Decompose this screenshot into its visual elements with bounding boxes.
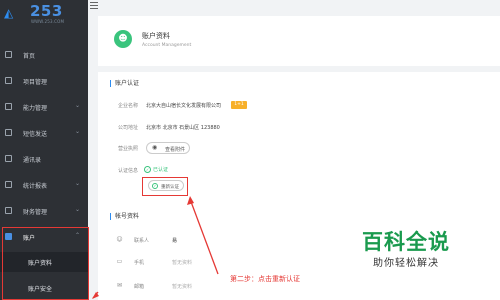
chevron-down-icon: ⌄ [74,180,80,187]
home-icon [5,51,12,58]
sms-icon [5,129,12,136]
verified-status: ✓ 已认证 [144,166,169,173]
check-circle-icon: ✓ [152,183,158,189]
company-value: 北京大自山宿长文化发展有限公司 [146,103,222,109]
check-circle-icon: ✓ [144,166,151,173]
vip-badge: 1+1 [231,101,247,109]
divider [98,66,500,72]
page-subtitle: Account Management [142,43,192,48]
sidebar-item-label: 能力管理 [23,105,48,112]
sidebar-item-label: 项目管理 [23,79,48,86]
user-icon: ☺ [116,236,123,243]
sidebar-item-capabilities[interactable]: 能力管理 ⌄ [0,98,88,118]
contact-label: 联系人 [134,238,150,244]
chevron-down-icon: ⌄ [74,206,80,213]
brand-logo[interactable]: ◭ 253 WWW.253.COM [4,2,80,28]
chevron-down-icon: ⌄ [74,128,80,135]
reauthenticate-button[interactable]: ✓ 重新认证 [148,180,184,191]
capability-icon [5,103,12,110]
page-title: 账户资料 [142,32,170,40]
sidebar-item-label: 首页 [23,53,36,60]
sidebar-item-projects[interactable]: 项目管理 [0,72,88,92]
finance-icon [5,207,12,214]
sidebar: ◭ 253 WWW.253.COM 首页 项目管理 能力管理 ⌄ 短信发送 ⌄ … [0,0,89,300]
contacts-icon [5,155,12,162]
email-value: 暂无资料 [172,284,193,290]
step-annotation: 第二步：点击重新认证 [230,275,300,283]
sidebar-subitem-account-security[interactable]: 账户安全 [0,278,88,298]
sidebar-item-account[interactable]: 账户 ⌃ [0,228,88,248]
main-card: ☻ 账户资料 Account Management 账户认证 企业名称 北京大自… [98,16,500,300]
status-label: 认证信息 [118,168,139,174]
phone-value: 暂无资料 [172,260,193,266]
chevron-down-icon: ⌄ [74,102,80,109]
license-label: 营业执照 [118,146,139,152]
account-avatar-icon: ☻ [114,30,132,48]
chart-icon [5,181,12,188]
sidebar-item-sms[interactable]: 短信发送 ⌄ [0,124,88,144]
phone-label: 手机 [134,260,145,266]
sidebar-item-label: 账户 [23,235,36,242]
address-label: 公司地址 [118,125,139,131]
account-section-title: 帐号资料 [110,213,139,220]
sidebar-subitem-label: 账户资料 [28,260,53,267]
eye-icon: ◉ [152,144,158,151]
watermark-title: 百科全说 [362,230,450,254]
sidebar-item-finance[interactable]: 财务管理 ⌄ [0,202,88,222]
phone-icon: ▭ [116,258,123,265]
logo-subtext: WWW.253.COM [31,19,65,24]
sidebar-subitem-label: 账户安全 [28,286,53,293]
sidebar-item-contacts[interactable]: 通讯录 [0,150,88,170]
address-value: 北京市 北京市 石景山区 123880 [146,125,220,131]
menu-toggle-icon[interactable] [90,2,98,9]
auth-section-title: 账户认证 [110,80,139,87]
view-attachment-button[interactable]: ◉ 查看附件 [146,142,190,154]
sidebar-item-home[interactable]: 首页 [0,46,88,66]
mail-icon: ✉ [116,282,123,289]
project-icon [5,77,12,84]
sidebar-item-label: 通讯录 [23,157,42,164]
logo-mark-icon: ◭ [4,6,14,20]
sidebar-item-label: 财务管理 [23,209,48,216]
sidebar-item-label: 短信发送 [23,131,48,138]
sidebar-item-reports[interactable]: 统计报表 ⌄ [0,176,88,196]
account-icon [5,233,12,240]
chevron-up-icon: ⌃ [74,232,80,239]
sidebar-item-label: 统计报表 [23,183,48,190]
company-label: 企业名称 [118,103,139,109]
watermark-subtitle: 助你轻松解决 [373,258,439,269]
email-label: 邮箱 [134,284,145,290]
sidebar-subitem-account-profile[interactable]: 账户资料 [0,252,88,272]
logo-number: 253 [30,2,63,20]
contact-value: 易 [172,238,178,244]
